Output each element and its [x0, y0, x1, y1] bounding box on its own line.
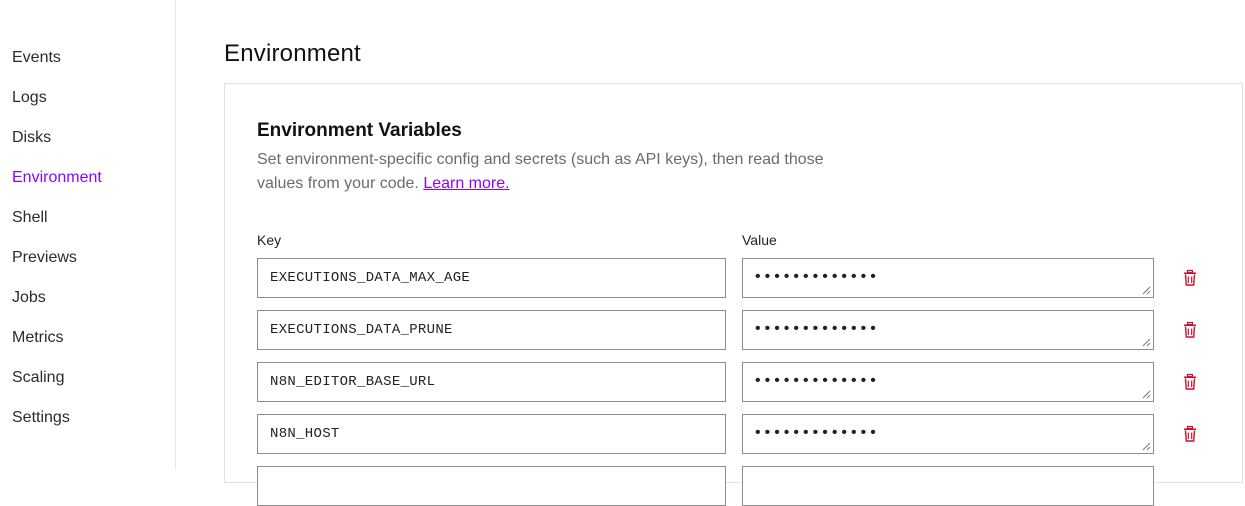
env-value-input[interactable]: •••••••••••••	[742, 258, 1154, 298]
sidebar-item-events[interactable]: Events	[12, 48, 61, 68]
trash-icon[interactable]	[1181, 321, 1199, 339]
masked-value: •••••••••••••	[753, 268, 878, 286]
trash-icon[interactable]	[1181, 269, 1199, 287]
page-title: Environment	[224, 40, 361, 67]
masked-value: •••••••••••••	[753, 320, 878, 338]
env-key-input[interactable]: EXECUTIONS_DATA_MAX_AGE	[257, 258, 726, 298]
resize-grip-icon[interactable]	[1142, 286, 1151, 295]
trash-icon[interactable]	[1181, 425, 1199, 443]
env-value-input[interactable]: •••••••••••••	[742, 310, 1154, 350]
sidebar-item-scaling[interactable]: Scaling	[12, 368, 64, 388]
masked-value: •••••••••••••	[753, 424, 878, 442]
sidebar-item-previews[interactable]: Previews	[12, 248, 77, 268]
env-var-row: N8N_HOST •••••••••••••	[257, 414, 1217, 454]
sidebar-item-disks[interactable]: Disks	[12, 128, 51, 148]
sidebar-item-shell[interactable]: Shell	[12, 208, 48, 228]
env-value-input[interactable]: •••••••••••••	[742, 362, 1154, 402]
env-var-row: EXECUTIONS_DATA_MAX_AGE •••••••••••••	[257, 258, 1217, 298]
section-description: Set environment-specific config and secr…	[257, 148, 837, 196]
env-var-row: N8N_EDITOR_BASE_URL •••••••••••••	[257, 362, 1217, 402]
env-value-input[interactable]: •••••••••••••	[742, 414, 1154, 454]
resize-grip-icon[interactable]	[1142, 338, 1151, 347]
resize-grip-icon[interactable]	[1142, 442, 1151, 451]
env-key-input[interactable]: N8N_EDITOR_BASE_URL	[257, 362, 726, 402]
sidebar-item-environment[interactable]: Environment	[12, 168, 102, 188]
sidebar-item-settings[interactable]: Settings	[12, 408, 70, 428]
section-title: Environment Variables	[257, 120, 462, 141]
env-key-input[interactable]: N8N_HOST	[257, 414, 726, 454]
env-key-input[interactable]: EXECUTIONS_DATA_PRUNE	[257, 310, 726, 350]
learn-more-link[interactable]: Learn more.	[423, 175, 509, 192]
sidebar-item-metrics[interactable]: Metrics	[12, 328, 64, 348]
trash-icon[interactable]	[1181, 373, 1199, 391]
sidebar-item-jobs[interactable]: Jobs	[12, 288, 46, 308]
description-text: Set environment-specific config and secr…	[257, 151, 824, 192]
env-key-input[interactable]	[257, 466, 726, 506]
value-column-label: Value	[742, 232, 777, 248]
sidebar-item-logs[interactable]: Logs	[12, 88, 47, 108]
main-content: Environment Environment Variables Set en…	[176, 0, 1245, 506]
masked-value: •••••••••••••	[753, 372, 878, 390]
env-var-row: EXECUTIONS_DATA_PRUNE •••••••••••••	[257, 310, 1217, 350]
env-vars-card: Environment Variables Set environment-sp…	[224, 83, 1243, 506]
env-value-input[interactable]	[742, 466, 1154, 506]
key-column-label: Key	[257, 232, 282, 248]
resize-grip-icon[interactable]	[1142, 390, 1151, 399]
sidebar: Events Logs Disks Environment Shell Prev…	[0, 0, 176, 470]
env-var-row	[257, 466, 1217, 506]
